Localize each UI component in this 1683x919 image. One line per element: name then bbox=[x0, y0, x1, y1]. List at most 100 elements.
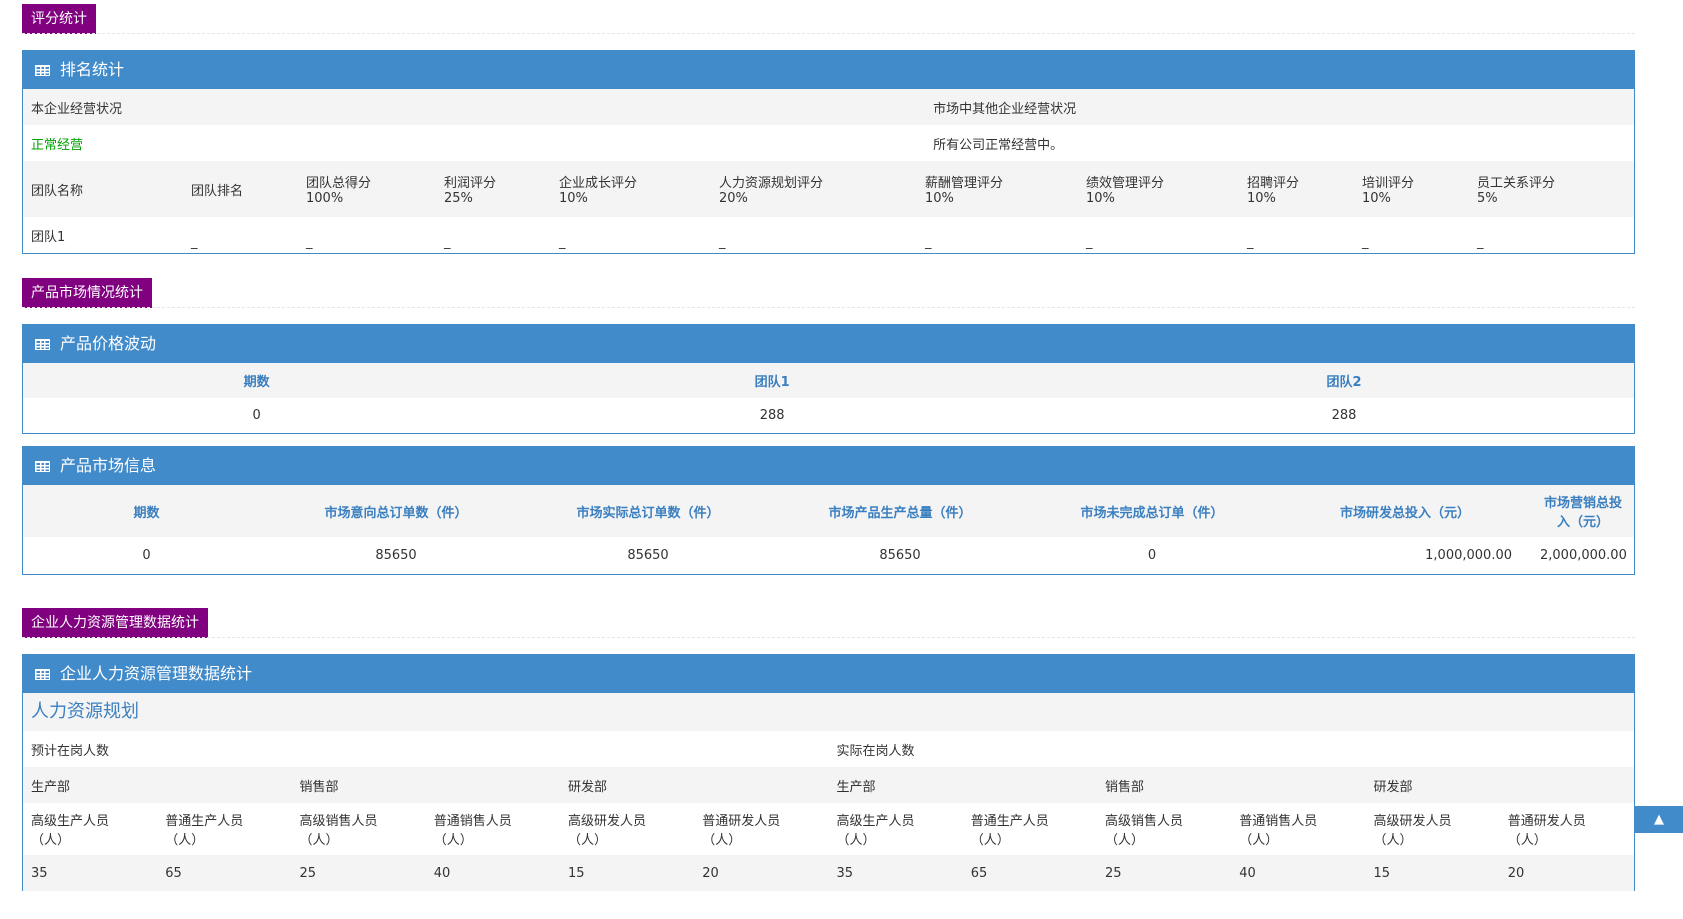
dept-label: 研发部 bbox=[568, 779, 608, 795]
hr-group-row: 预计在岗人数 实际在岗人数 bbox=[23, 731, 1634, 767]
section-title-market: 产品市场情况统计 bbox=[22, 278, 152, 308]
own-status-value: 正常经营 bbox=[31, 137, 84, 153]
col-header: 团队排名 bbox=[191, 183, 244, 199]
table-cell: _ bbox=[444, 234, 451, 250]
table-cell: _ bbox=[191, 234, 198, 250]
table-cell: 15 bbox=[1373, 865, 1391, 881]
col-header: 市场营销总投入（元） bbox=[1543, 496, 1622, 530]
table-row: 团队1 _ _ _ _ _ _ _ _ _ _ bbox=[23, 217, 1634, 253]
hr-table: 预计在岗人数 实际在岗人数 生产部 销售部 研发部 生产部 销售部 研发部 高级… bbox=[23, 731, 1634, 891]
section-divider bbox=[22, 307, 1635, 308]
role-header: 普通研发人员 （人） bbox=[1507, 814, 1586, 848]
hr-dept-row: 生产部 销售部 研发部 生产部 销售部 研发部 bbox=[23, 767, 1634, 803]
ranking-panel-title: 排名统计 bbox=[60, 60, 125, 79]
own-status-label: 本企业经营状况 bbox=[31, 101, 123, 117]
table-cell: 0 bbox=[252, 408, 261, 423]
ranking-panel-header: 排名统计 bbox=[23, 51, 1634, 89]
hr-panel-title: 企业人力资源管理数据统计 bbox=[60, 664, 253, 683]
section-title-score: 评分统计 bbox=[22, 4, 96, 34]
table-cell: _ bbox=[1247, 234, 1254, 250]
market-info-panel: 产品市场信息 期数 市场意向总订单数（件） 市场实际总订单数（件） 市场产品生产… bbox=[22, 446, 1635, 575]
table-cell: _ bbox=[559, 234, 566, 250]
dept-label: 销售部 bbox=[299, 779, 339, 795]
table-icon bbox=[35, 460, 50, 472]
table-cell: 288 bbox=[1331, 408, 1357, 423]
section-score: 评分统计 bbox=[22, 4, 1635, 36]
table-cell: 0 bbox=[142, 548, 151, 563]
hr-panel: 企业人力资源管理数据统计 人力资源规划 预计在岗人数 实际在岗人数 生产部 销售… bbox=[22, 654, 1635, 891]
expected-count-label: 预计在岗人数 bbox=[31, 743, 110, 759]
section-hr: 企业人力资源管理数据统计 bbox=[22, 608, 1635, 640]
price-panel-title: 产品价格波动 bbox=[60, 334, 157, 353]
col-header: 期数 bbox=[243, 375, 270, 390]
table-cell: 20 bbox=[1507, 865, 1525, 881]
col-header: 市场研发总投入（元） bbox=[1339, 505, 1470, 521]
col-header: 培训评分 10% bbox=[1362, 176, 1415, 206]
role-header: 高级研发人员 （人） bbox=[1373, 814, 1452, 848]
price-header-row: 期数 团队1 团队2 bbox=[23, 363, 1634, 398]
col-header: 市场实际总订单数（件） bbox=[576, 505, 720, 521]
role-header: 高级销售人员 （人） bbox=[299, 814, 378, 848]
table-cell: 288 bbox=[759, 408, 785, 423]
col-header: 团队总得分 100% bbox=[306, 176, 372, 206]
hr-role-row: 高级生产人员 （人） 普通生产人员 （人） 高级销售人员 （人） 普通销售人员 （人） … bbox=[23, 803, 1634, 855]
hr-subtitle: 人力资源规划 bbox=[23, 693, 1634, 731]
role-header: 普通销售人员 （人） bbox=[1239, 814, 1318, 848]
market-info-header-row: 期数 市场意向总订单数（件） 市场实际总订单数（件） 市场产品生产总量（件） 市… bbox=[23, 485, 1634, 537]
dept-label: 销售部 bbox=[1105, 779, 1145, 795]
table-row: 0 288 288 bbox=[23, 398, 1634, 433]
table-icon bbox=[35, 64, 50, 76]
table-cell: 35 bbox=[31, 865, 48, 881]
role-header: 普通生产人员 （人） bbox=[165, 814, 244, 848]
table-cell: 40 bbox=[1239, 865, 1256, 881]
table-cell: _ bbox=[306, 234, 313, 250]
market-info-panel-title: 产品市场信息 bbox=[60, 456, 157, 475]
col-header: 员工关系评分 5% bbox=[1477, 176, 1556, 206]
table-row: 0 85650 85650 85650 0 1,000,000.00 2,000… bbox=[23, 537, 1634, 574]
table-cell: 65 bbox=[970, 865, 988, 881]
price-panel-header: 产品价格波动 bbox=[23, 325, 1634, 363]
table-cell: 85650 bbox=[375, 548, 417, 563]
role-header: 高级生产人员 （人） bbox=[836, 814, 915, 848]
col-header: 绩效管理评分 10% bbox=[1086, 176, 1165, 206]
col-header: 利润评分 25% bbox=[444, 176, 497, 206]
table-cell: 25 bbox=[1105, 865, 1122, 881]
actual-count-label: 实际在岗人数 bbox=[836, 743, 915, 759]
table-cell: 85650 bbox=[879, 548, 921, 563]
col-header: 团队1 bbox=[754, 375, 790, 390]
table-cell: 0 bbox=[1147, 548, 1157, 563]
table-cell: 35 bbox=[836, 865, 854, 881]
col-header: 薪酬管理评分 10% bbox=[925, 176, 1004, 206]
other-status-label: 市场中其他企业经营状况 bbox=[933, 101, 1077, 117]
col-header: 市场产品生产总量（件） bbox=[828, 505, 972, 521]
table-cell: _ bbox=[1362, 234, 1369, 250]
table-cell: 25 bbox=[299, 865, 317, 881]
ranking-status-table: 本企业经营状况 市场中其他企业经营状况 正常经营 所有公司正常经营中。 bbox=[23, 89, 1634, 161]
section-title-hr: 企业人力资源管理数据统计 bbox=[22, 608, 208, 638]
back-to-top-button[interactable]: ▲ bbox=[1635, 806, 1683, 833]
role-header: 高级销售人员 （人） bbox=[1105, 814, 1184, 848]
table-cell: _ bbox=[719, 234, 726, 250]
other-status-value: 所有公司正常经营中。 bbox=[933, 137, 1064, 153]
col-header: 团队名称 bbox=[31, 183, 84, 199]
table-cell: 1,000,000.00 bbox=[1425, 548, 1512, 563]
table-cell: _ bbox=[925, 234, 932, 250]
dept-label: 生产部 bbox=[31, 779, 71, 795]
dept-label: 生产部 bbox=[836, 779, 876, 795]
market-info-panel-header: 产品市场信息 bbox=[23, 447, 1634, 485]
col-header: 企业成长评分 10% bbox=[559, 176, 638, 206]
table-cell: _ bbox=[1086, 234, 1093, 250]
price-panel: 产品价格波动 期数 团队1 团队2 0 288 288 bbox=[22, 324, 1635, 434]
table-cell: 65 bbox=[165, 865, 182, 881]
table-cell: _ bbox=[1477, 234, 1484, 250]
role-header: 普通销售人员 （人） bbox=[433, 814, 512, 848]
table-row: 35 65 25 40 15 20 35 65 25 40 15 20 bbox=[23, 855, 1634, 891]
col-header: 招聘评分 10% bbox=[1247, 176, 1300, 206]
price-table: 期数 团队1 团队2 0 288 288 bbox=[23, 363, 1634, 433]
role-header: 普通研发人员 （人） bbox=[702, 814, 781, 848]
ranking-score-table: 团队名称 团队排名 团队总得分 100% 利润评分 25% 企业成长评分 10% 人力… bbox=[23, 161, 1634, 253]
table-cell: 85650 bbox=[627, 548, 669, 563]
ranking-panel: 排名统计 本企业经营状况 市场中其他企业经营状况 正常经营 所有公司正常经营中。… bbox=[22, 50, 1635, 254]
dept-label: 研发部 bbox=[1373, 779, 1413, 795]
col-header: 市场意向总订单数（件） bbox=[324, 505, 468, 521]
